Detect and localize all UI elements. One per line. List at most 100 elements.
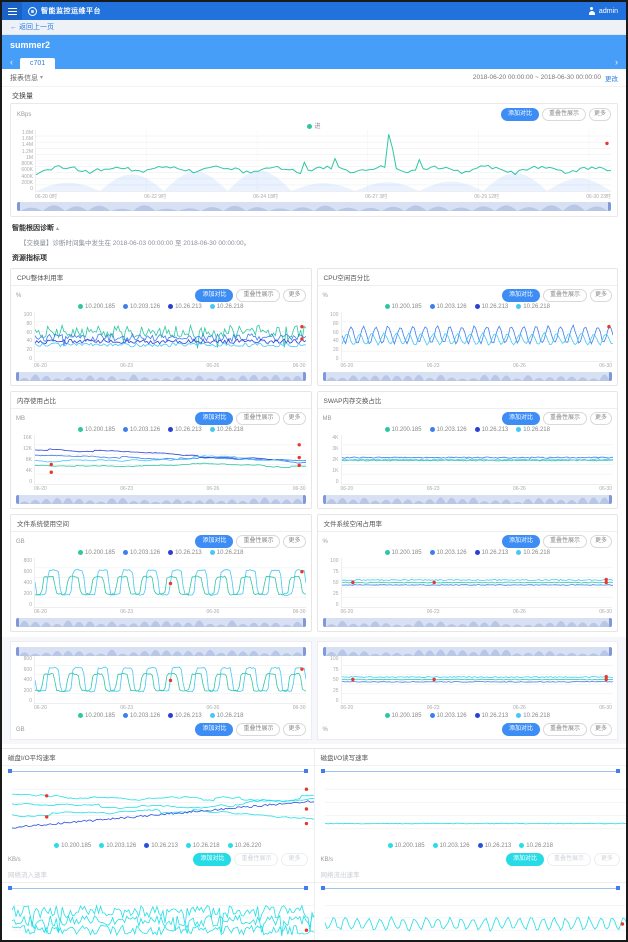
overlay-button[interactable]: 重叠性展示 <box>236 289 280 302</box>
datazoom-slider[interactable] <box>8 768 308 774</box>
legend-item[interactable]: 10.26.218 <box>186 843 220 849</box>
add-compare-button[interactable]: 添加对比 <box>502 535 540 548</box>
add-compare-button[interactable]: 添加对比 <box>502 289 540 302</box>
more-button[interactable]: 更多 <box>590 289 612 302</box>
datazoom-handle[interactable] <box>616 769 620 773</box>
chart[interactable] <box>341 312 613 362</box>
more-button[interactable]: 更多 <box>590 535 612 548</box>
more-button[interactable]: 更多 <box>283 412 305 425</box>
datazoom-handle[interactable] <box>609 372 612 381</box>
overlay-button[interactable]: 重叠性展示 <box>547 853 591 866</box>
legend-item[interactable]: 10.26.218 <box>210 427 244 433</box>
legend-item[interactable]: 10.26.218 <box>516 304 550 310</box>
legend-item[interactable]: 10.26.218 <box>210 713 244 719</box>
legend-item[interactable]: 10.203.126 <box>430 713 467 719</box>
datazoom-slider[interactable] <box>321 768 621 774</box>
datazoom-handle[interactable] <box>17 202 20 211</box>
legend-item[interactable]: 10.26.213 <box>144 843 178 849</box>
datazoom-handle[interactable] <box>8 769 12 773</box>
datazoom-slider[interactable] <box>16 647 306 656</box>
datazoom-handle[interactable] <box>303 372 306 381</box>
legend-item[interactable]: 10.200.185 <box>385 550 422 556</box>
legend-item[interactable]: 10.26.218 <box>516 427 550 433</box>
datazoom-slider[interactable] <box>16 372 306 381</box>
more-button[interactable]: 更多 <box>594 853 620 866</box>
datazoom-handle[interactable] <box>303 647 306 656</box>
tabs-scroll-right-icon[interactable]: › <box>608 56 618 69</box>
chart[interactable] <box>341 435 613 485</box>
more-button[interactable]: 更多 <box>283 723 305 736</box>
legend-item[interactable]: 10.200.185 <box>385 427 422 433</box>
datazoom-slider[interactable] <box>323 495 613 504</box>
legend-item[interactable]: 10.200.185 <box>78 304 115 310</box>
legend-item[interactable]: 10.26.213 <box>168 427 202 433</box>
datazoom-slider[interactable] <box>323 647 613 656</box>
overlay-button[interactable]: 重叠性展示 <box>543 289 587 302</box>
legend-item[interactable]: 10.26.218 <box>519 843 553 849</box>
datazoom-slider[interactable] <box>323 372 613 381</box>
datazoom-handle[interactable] <box>609 495 612 504</box>
legend-item[interactable]: 10.26.213 <box>475 550 509 556</box>
more-button[interactable]: 更多 <box>590 723 612 736</box>
datazoom-handle[interactable] <box>303 495 306 504</box>
overlay-button[interactable]: 重叠性展示 <box>543 535 587 548</box>
legend-item[interactable]: 10.26.213 <box>168 304 202 310</box>
legend-item[interactable]: 10.26.213 <box>478 843 512 849</box>
chart[interactable] <box>341 656 613 704</box>
legend-item[interactable]: 10.200.185 <box>54 843 91 849</box>
chart[interactable] <box>12 776 314 842</box>
overlay-button[interactable]: 重叠性展示 <box>236 723 280 736</box>
datazoom-handle[interactable] <box>16 495 19 504</box>
datazoom-handle[interactable] <box>16 647 19 656</box>
overlay-button[interactable]: 重叠性展示 <box>234 853 278 866</box>
user-menu[interactable]: admin <box>588 7 626 15</box>
chart[interactable] <box>341 558 613 608</box>
datazoom-handle[interactable] <box>609 618 612 627</box>
add-compare-button[interactable]: 添加对比 <box>195 723 233 736</box>
datazoom-handle[interactable] <box>608 202 611 211</box>
add-compare-button[interactable]: 添加对比 <box>506 853 544 866</box>
legend-item[interactable]: 10.200.185 <box>78 550 115 556</box>
more-button[interactable]: 更多 <box>281 853 307 866</box>
datazoom-handle[interactable] <box>609 647 612 656</box>
tabs-scroll-left-icon[interactable]: ‹ <box>10 56 20 69</box>
legend-item[interactable]: 10.200.185 <box>78 427 115 433</box>
legend-item[interactable]: 10.200.185 <box>388 843 425 849</box>
datazoom-slider[interactable] <box>17 202 611 211</box>
add-compare-button[interactable]: 添加对比 <box>195 535 233 548</box>
datazoom-slider[interactable] <box>8 885 308 891</box>
legend-item[interactable]: 10.200.185 <box>385 304 422 310</box>
more-button[interactable]: 更多 <box>283 289 305 302</box>
overlay-button[interactable]: 重叠性展示 <box>543 723 587 736</box>
add-compare-button[interactable]: 添加对比 <box>195 289 233 302</box>
datazoom-handle[interactable] <box>323 372 326 381</box>
back-link[interactable]: ← 返回上一页 <box>10 22 54 32</box>
chart[interactable] <box>34 558 306 608</box>
add-compare-button[interactable]: 添加对比 <box>502 412 540 425</box>
tab-host[interactable]: c701 <box>20 58 55 69</box>
add-compare-button[interactable]: 添加对比 <box>501 108 539 121</box>
chart[interactable] <box>325 776 627 842</box>
datazoom-slider[interactable] <box>323 618 613 627</box>
overlay-button[interactable]: 重叠性展示 <box>236 412 280 425</box>
legend-item[interactable]: 10.26.218 <box>516 713 550 719</box>
legend-item[interactable]: 10.203.126 <box>430 304 467 310</box>
more-button[interactable]: 更多 <box>589 108 611 121</box>
report-info-dropdown[interactable]: 报表信息 ▾ <box>10 73 43 83</box>
datazoom-handle[interactable] <box>304 769 308 773</box>
datazoom-handle[interactable] <box>8 886 12 890</box>
legend-item[interactable]: 10.203.126 <box>433 843 470 849</box>
legend-item[interactable]: 10.26.213 <box>475 304 509 310</box>
overview-chart[interactable] <box>35 130 611 192</box>
add-compare-button[interactable]: 添加对比 <box>502 723 540 736</box>
chart[interactable] <box>34 312 306 362</box>
legend-item[interactable]: 10.26.213 <box>168 550 202 556</box>
legend-item[interactable]: 10.26.220 <box>228 843 262 849</box>
overlay-button[interactable]: 重叠性展示 <box>543 412 587 425</box>
overlay-button[interactable]: 重叠性展示 <box>236 535 280 548</box>
chart[interactable] <box>34 435 306 485</box>
chart[interactable] <box>12 893 314 942</box>
legend-item[interactable]: 10.203.126 <box>123 713 160 719</box>
datazoom-handle[interactable] <box>16 618 19 627</box>
datazoom-handle[interactable] <box>616 886 620 890</box>
